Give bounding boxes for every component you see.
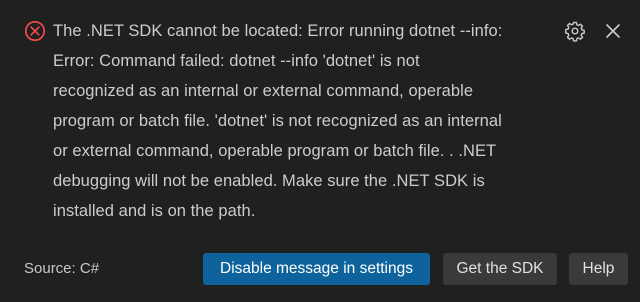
get-sdk-button[interactable]: Get the SDK	[443, 253, 557, 285]
message-line: installed and is on the path.	[53, 202, 256, 220]
gear-icon[interactable]	[564, 20, 586, 42]
notification-toast: The .NET SDK cannot be located: Error ru…	[0, 0, 640, 302]
error-icon	[24, 20, 46, 42]
message-line: Error: Command failed: dotnet --info 'do…	[53, 52, 420, 70]
message-line: debugging will not be enabled. Make sure…	[53, 172, 485, 190]
disable-message-button[interactable]: Disable message in settings	[203, 253, 430, 285]
help-button[interactable]: Help	[569, 253, 628, 285]
close-icon[interactable]	[602, 20, 624, 42]
message-line: The .NET SDK cannot be located: Error ru…	[53, 22, 503, 40]
notification-source: Source: C#	[24, 260, 100, 277]
notification-message: The .NET SDK cannot be located: Error ru…	[53, 16, 553, 226]
message-line: recognized as an internal or external co…	[53, 82, 474, 100]
message-line: program or batch file. 'dotnet' is not r…	[53, 112, 502, 130]
message-line: or external command, operable program or…	[53, 142, 497, 160]
